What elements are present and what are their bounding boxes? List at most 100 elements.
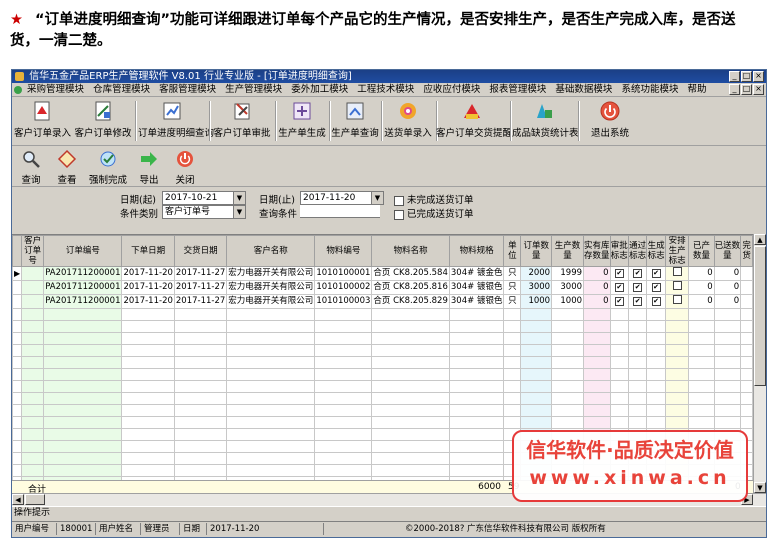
col-order-no[interactable]: 订单编号 (43, 235, 123, 267)
flag-checkbox[interactable]: ✔ (651, 297, 661, 306)
col-production-qty[interactable]: 生产数量 (551, 235, 585, 267)
scroll-down-arrow-icon[interactable]: ▼ (754, 482, 766, 493)
menu-system[interactable]: 系统功能模块 (621, 84, 678, 95)
cell-complete[interactable] (740, 280, 753, 295)
cell-material-name[interactable]: 合页 CK8.205.816 (371, 280, 450, 295)
col-approve-flag[interactable]: 审批标志 (609, 235, 629, 267)
cell-approve-flag[interactable]: ✔ (609, 266, 629, 281)
close-window-button[interactable]: × (753, 71, 764, 82)
cell-generate-flag[interactable]: ✔ (646, 280, 666, 295)
table-row[interactable]: PA201711200001 2017-11-20 2017-11-27 宏力电器开关… (12, 280, 753, 295)
cell-approve-flag[interactable]: ✔ (609, 280, 629, 295)
cell-unit[interactable]: 只 (503, 266, 522, 281)
col-complete[interactable]: 完货 (740, 235, 753, 267)
maximize-button[interactable]: □ (741, 71, 752, 82)
scroll-left-arrow-icon[interactable]: ◀ (12, 494, 24, 505)
menu-outsourcing[interactable]: 委外加工模块 (291, 84, 348, 95)
col-stock-qty[interactable]: 实有库存数量 (583, 235, 611, 267)
cell-order-no[interactable]: PA201711200001 (43, 266, 123, 281)
cell-due-date[interactable]: 2017-11-27 (173, 294, 228, 309)
horizontal-scroll-thumb[interactable] (25, 494, 45, 505)
view-button[interactable]: 查看 (52, 149, 82, 186)
category-select[interactable]: 客户订单号 ▼ (162, 205, 246, 219)
cell-approve-flag[interactable]: ✔ (609, 294, 629, 309)
cell-made-qty[interactable]: 0 (688, 266, 715, 281)
export-button[interactable]: 导出 (134, 149, 164, 186)
col-arrange-flag[interactable]: 安排生产标志 (664, 235, 690, 267)
flag-checkbox[interactable] (672, 281, 682, 290)
cell-complete[interactable] (740, 266, 753, 281)
cell-customer[interactable]: 宏力电器开关有限公司 (226, 280, 316, 295)
col-due-date[interactable]: 交货日期 (173, 235, 228, 267)
minimize-button[interactable]: _ (729, 71, 740, 82)
cell-material-spec[interactable]: 304# 镀金色 (448, 266, 505, 281)
order-edit-button[interactable]: 客户订单修改 (74, 100, 132, 139)
cell-customer[interactable]: 宏力电器开关有限公司 (226, 294, 316, 309)
col-order-qty[interactable]: 订单数量 (520, 235, 553, 267)
delivery-reminder-button[interactable]: 客户订单交货提醒 (436, 100, 512, 139)
cell-order-no[interactable]: PA201711200001 (43, 280, 123, 295)
finished-delivery-option[interactable]: 已完成送货订单 (394, 206, 474, 220)
flag-checkbox[interactable]: ✔ (651, 269, 661, 278)
cell-made-qty[interactable]: 0 (688, 280, 715, 295)
cell-cust-order-no[interactable] (21, 280, 45, 295)
cell-complete[interactable] (740, 294, 753, 309)
cell-order-qty[interactable]: 1000 (520, 294, 553, 309)
flag-checkbox[interactable]: ✔ (633, 297, 643, 306)
col-material-name[interactable]: 物料名称 (371, 235, 450, 267)
col-sent-qty[interactable]: 已送数量 (713, 235, 742, 267)
cell-unit[interactable]: 只 (503, 280, 522, 295)
scroll-up-arrow-icon[interactable]: ▲ (754, 234, 766, 245)
cell-cust-order-no[interactable] (21, 294, 45, 309)
table-row[interactable]: ▶ PA201711200001 2017-11-20 2017-11-27 宏力电器开… (12, 266, 753, 281)
col-cust-order-no[interactable]: 客户订单号 (21, 235, 45, 267)
cell-arrange-flag[interactable] (664, 280, 690, 295)
cell-production-qty[interactable]: 1000 (551, 294, 585, 309)
cell-pass-flag[interactable]: ✔ (627, 266, 648, 281)
row-selector[interactable] (12, 294, 23, 309)
flag-checkbox[interactable]: ✔ (633, 269, 643, 278)
cell-stock-qty[interactable]: 0 (583, 266, 611, 281)
cell-material-name[interactable]: 合页 CK8.205.584 (371, 266, 450, 281)
cell-material-no[interactable]: 1010100002 (314, 280, 373, 295)
cell-order-qty[interactable]: 3000 (520, 280, 553, 295)
menu-engineering[interactable]: 工程技术模块 (357, 84, 414, 95)
cell-due-date[interactable]: 2017-11-27 (173, 266, 228, 281)
cell-order-date[interactable]: 2017-11-20 (121, 280, 175, 295)
force-complete-button[interactable]: 强制完成 (87, 149, 129, 186)
cell-sent-qty[interactable]: 0 (713, 294, 742, 309)
cell-material-no[interactable]: 1010100003 (314, 294, 373, 309)
cell-order-date[interactable]: 2017-11-20 (121, 266, 175, 281)
row-selector[interactable]: ▶ (12, 266, 23, 281)
delivery-entry-button[interactable]: 送货单录入 (382, 100, 434, 139)
cell-pass-flag[interactable]: ✔ (627, 280, 648, 295)
cell-order-no[interactable]: PA201711200001 (43, 294, 123, 309)
progress-query-button[interactable]: 订单进度明细查询 (138, 100, 214, 139)
menu-warehouse[interactable]: 仓库管理模块 (93, 84, 150, 95)
menu-help[interactable]: 帮助 (688, 84, 707, 95)
date-to-picker[interactable]: 2017-11-20 ▼ (300, 191, 384, 205)
vertical-scrollbar[interactable]: ▲ ▼ (753, 234, 766, 494)
cell-arrange-flag[interactable] (664, 266, 690, 281)
cell-material-name[interactable]: 合页 CK8.205.829 (371, 294, 450, 309)
exit-system-button[interactable]: 退出系统 (584, 100, 636, 139)
cell-material-spec[interactable]: 304# 镀银色 (448, 280, 505, 295)
flag-checkbox[interactable]: ✔ (651, 283, 661, 292)
child-close-button[interactable]: × (753, 84, 764, 95)
cell-generate-flag[interactable]: ✔ (646, 266, 666, 281)
menu-customer-service[interactable]: 客服管理模块 (159, 84, 216, 95)
cell-order-date[interactable]: 2017-11-20 (121, 294, 175, 309)
vertical-scroll-thumb[interactable] (754, 246, 766, 386)
menu-base-data[interactable]: 基础数据模块 (555, 84, 612, 95)
production-query-button[interactable]: 生产单查询 (330, 100, 380, 139)
col-generate-flag[interactable]: 生成标志 (646, 235, 666, 267)
unfinished-checkbox[interactable] (394, 195, 404, 206)
cell-arrange-flag[interactable] (664, 294, 690, 309)
cell-made-qty[interactable]: 0 (688, 294, 715, 309)
search-button[interactable]: 查询 (16, 149, 46, 186)
col-material-no[interactable]: 物料编号 (314, 235, 373, 267)
cell-pass-flag[interactable]: ✔ (627, 294, 648, 309)
cell-material-spec[interactable]: 304# 镀银色 (448, 294, 505, 309)
close-button[interactable]: 关闭 (170, 149, 200, 186)
shortage-stats-button[interactable]: 成品缺货统计表 (512, 100, 579, 139)
